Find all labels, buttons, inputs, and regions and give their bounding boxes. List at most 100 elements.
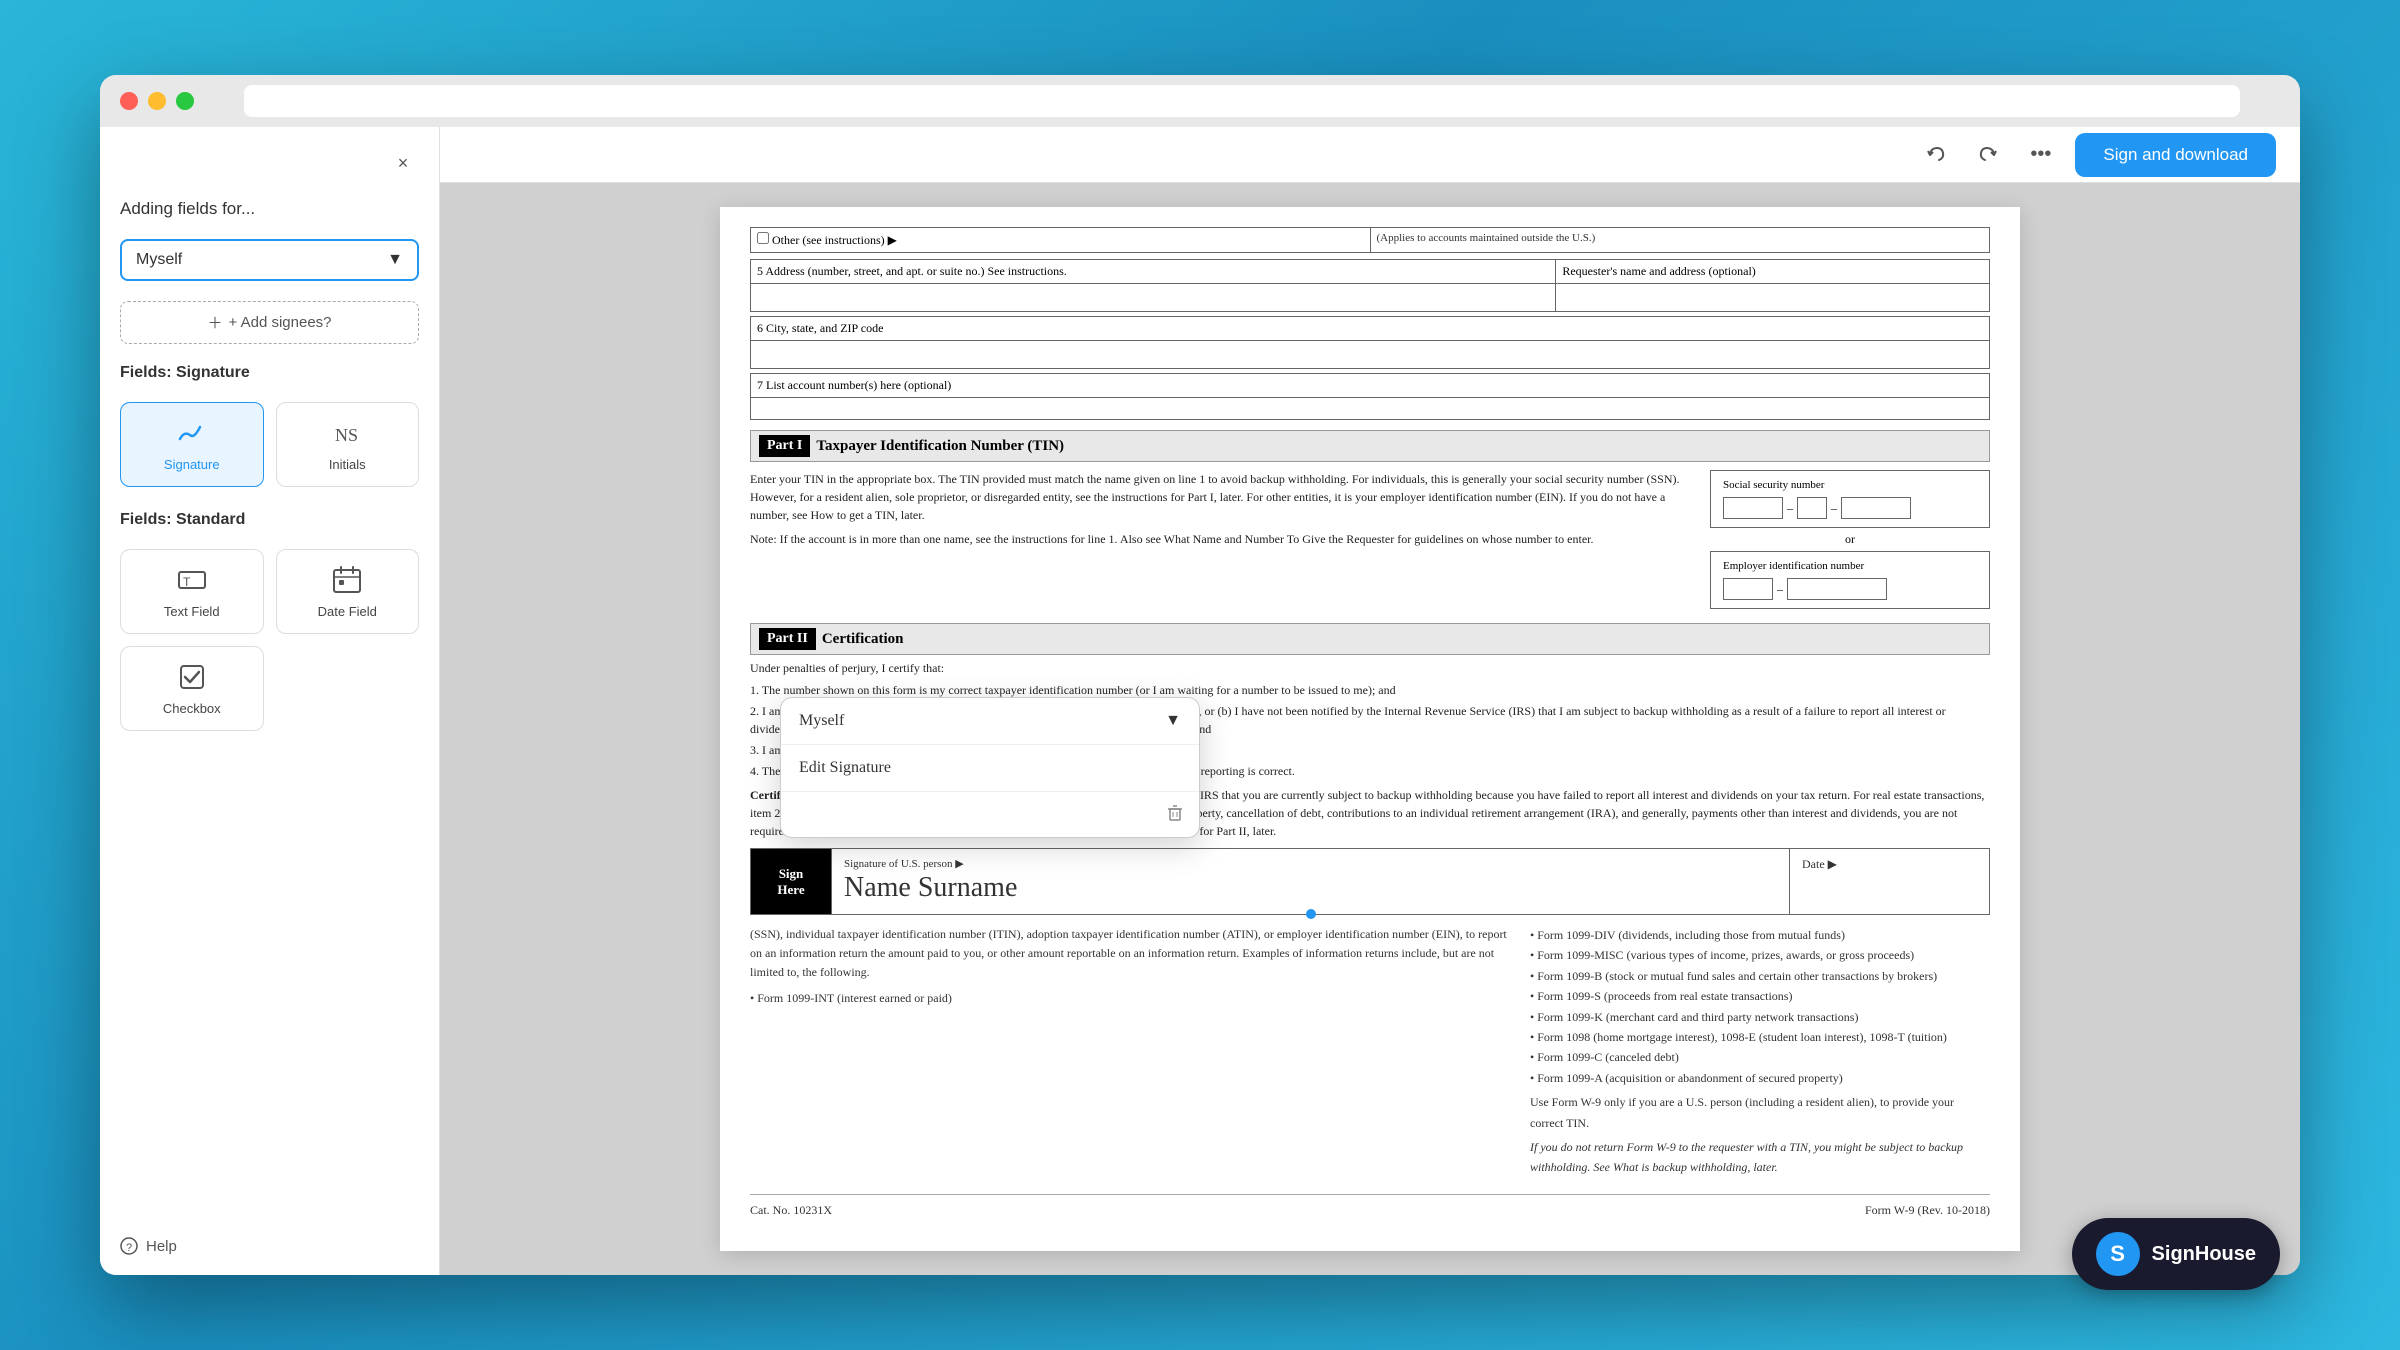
other-checkbox[interactable]	[757, 232, 769, 244]
signature-icon	[176, 417, 208, 449]
help-button[interactable]: ? Help	[120, 1237, 419, 1255]
applies-label: (Applies to accounts maintained outside …	[1370, 228, 1990, 253]
other-label: Other (see instructions) ▶	[772, 233, 897, 247]
sign-here-row: SignHere Signature of U.S. person ▶ Name…	[750, 848, 1990, 915]
main-area: ••• Sign and download Other (see instruc…	[440, 127, 2300, 1275]
part1-content: Enter your TIN in the appropriate box. T…	[750, 466, 1990, 613]
signhouse-badge: S SignHouse	[2072, 1218, 2280, 1290]
signature-popup: Myself ▼ Edit Signature	[780, 697, 1200, 838]
redo-icon	[1978, 145, 1998, 165]
popup-chevron-icon: ▼	[1165, 712, 1181, 730]
signhouse-logo: S	[2096, 1232, 2140, 1276]
signature-field-button[interactable]: Signature	[120, 402, 264, 487]
edit-signature-item[interactable]: Edit Signature	[781, 745, 1199, 791]
svg-text:?: ?	[126, 1242, 132, 1254]
signature-area[interactable]: Signature of U.S. person ▶ Name Surname	[831, 849, 1789, 914]
popup-signee-dropdown[interactable]: Myself ▼	[781, 698, 1199, 745]
sig-anchor-dot	[1306, 909, 1316, 919]
undo-button[interactable]	[1918, 137, 1954, 173]
initials-field-button[interactable]: NS Initials	[276, 402, 420, 487]
sign-download-button[interactable]: Sign and download	[2075, 133, 2276, 177]
document-footer: Cat. No. 10231X Form W-9 (Rev. 10-2018)	[750, 1194, 1990, 1218]
address-label: 5 Address (number, street, and apt. or s…	[751, 260, 1556, 284]
close-sidebar-button[interactable]: ×	[387, 147, 419, 179]
date-area: Date ▶	[1789, 849, 1989, 914]
text-field-icon: T	[176, 564, 208, 596]
city-label: 6 City, state, and ZIP code	[751, 317, 1990, 341]
checkbox-label: Checkbox	[163, 701, 221, 716]
text-field-button[interactable]: T Text Field	[120, 549, 264, 634]
minimize-traffic-light[interactable]	[148, 92, 166, 110]
signature-value: Name Surname	[844, 870, 1777, 906]
bottom-right-text: • Form 1099-DIV (dividends, including th…	[1530, 925, 1990, 1178]
browser-window: × Adding fields for... Myself ▼ ＋ + Add …	[100, 75, 2300, 1275]
add-signees-button[interactable]: ＋ + Add signees?	[120, 301, 419, 344]
sign-here-text: SignHere	[777, 866, 804, 898]
url-bar[interactable]	[244, 85, 2240, 117]
part1-note: Note: If the account is in more than one…	[750, 530, 1694, 548]
cat-no: Cat. No. 10231X	[750, 1203, 832, 1218]
text-field-label: Text Field	[164, 604, 220, 619]
browser-titlebar	[100, 75, 2300, 127]
date-field-label: Date Field	[318, 604, 377, 619]
ein-box: Employer identification number –	[1710, 551, 1990, 609]
undo-icon	[1926, 145, 1946, 165]
maximize-traffic-light[interactable]	[176, 92, 194, 110]
redo-button[interactable]	[1970, 137, 2006, 173]
fields-standard-title: Fields: Standard	[120, 511, 419, 529]
bottom-content: (SSN), individual taxpayer identificatio…	[750, 925, 1990, 1178]
signhouse-logo-letter: S	[2110, 1241, 2125, 1267]
main-toolbar: ••• Sign and download	[440, 127, 2300, 183]
requester-label: Requester's name and address (optional)	[1556, 260, 1990, 284]
cert-intro: Under penalties of perjury, I certify th…	[750, 659, 1990, 677]
more-options-button[interactable]: •••	[2022, 139, 2059, 170]
sidebar: × Adding fields for... Myself ▼ ＋ + Add …	[100, 127, 440, 1275]
signee-name: Myself	[136, 251, 182, 269]
signature-fields-grid: Signature NS Initials	[120, 402, 419, 487]
part1-badge: Part I	[759, 435, 810, 457]
signature-field-label: Signature	[164, 457, 220, 472]
help-icon: ?	[120, 1237, 138, 1255]
svg-text:T: T	[183, 575, 191, 589]
city-table: 6 City, state, and ZIP code	[750, 316, 1990, 369]
initials-field-label: Initials	[329, 457, 366, 472]
address-table: 5 Address (number, street, and apt. or s…	[750, 259, 1990, 312]
date-label: Date ▶	[1802, 857, 1977, 872]
popup-signee-name: Myself	[799, 712, 844, 730]
ssn-box: Social security number – –	[1710, 470, 1990, 528]
signhouse-brand-name: SignHouse	[2152, 1243, 2256, 1266]
signature-of-label: Signature of U.S. person ▶	[844, 857, 1777, 870]
chevron-down-icon: ▼	[387, 251, 403, 269]
ssn-label: Social security number	[1723, 479, 1977, 491]
date-field-icon	[331, 564, 363, 596]
part2-name: Certification	[822, 631, 904, 648]
account-label: 7 List account number(s) here (optional)	[751, 374, 1990, 398]
standard-fields-grid: T Text Field Date Field	[120, 549, 419, 731]
document-scroll[interactable]: Other (see instructions) ▶ (Applies to a…	[440, 183, 2300, 1275]
bottom-left-text: (SSN), individual taxpayer identificatio…	[750, 925, 1530, 1178]
svg-text:NS: NS	[335, 425, 358, 445]
fields-signature-title: Fields: Signature	[120, 364, 419, 382]
initials-icon: NS	[331, 417, 363, 449]
form-name: Form W-9 (Rev. 10-2018)	[1865, 1203, 1990, 1218]
add-signees-label: + Add signees?	[229, 314, 332, 331]
document-page: Other (see instructions) ▶ (Applies to a…	[720, 207, 2020, 1251]
plus-icon: ＋	[207, 312, 222, 333]
checkbox-button[interactable]: Checkbox	[120, 646, 264, 731]
account-table: 7 List account number(s) here (optional)	[750, 373, 1990, 420]
sign-here-label: SignHere	[751, 849, 831, 914]
browser-content: × Adding fields for... Myself ▼ ＋ + Add …	[100, 127, 2300, 1275]
part1-header: Part I Taxpayer Identification Number (T…	[750, 430, 1990, 462]
signee-dropdown[interactable]: Myself ▼	[120, 239, 419, 281]
checkbox-icon	[176, 661, 208, 693]
trash-icon	[1165, 802, 1185, 822]
doc-top-table: Other (see instructions) ▶ (Applies to a…	[750, 227, 1990, 253]
part2-header: Part II Certification	[750, 623, 1990, 655]
adding-fields-label: Adding fields for...	[120, 199, 419, 219]
part1-name: Taxpayer Identification Number (TIN)	[816, 438, 1064, 455]
date-field-button[interactable]: Date Field	[276, 549, 420, 634]
close-traffic-light[interactable]	[120, 92, 138, 110]
ein-label: Employer identification number	[1723, 560, 1977, 572]
help-label: Help	[146, 1238, 177, 1255]
delete-signature-button[interactable]	[1165, 802, 1185, 827]
